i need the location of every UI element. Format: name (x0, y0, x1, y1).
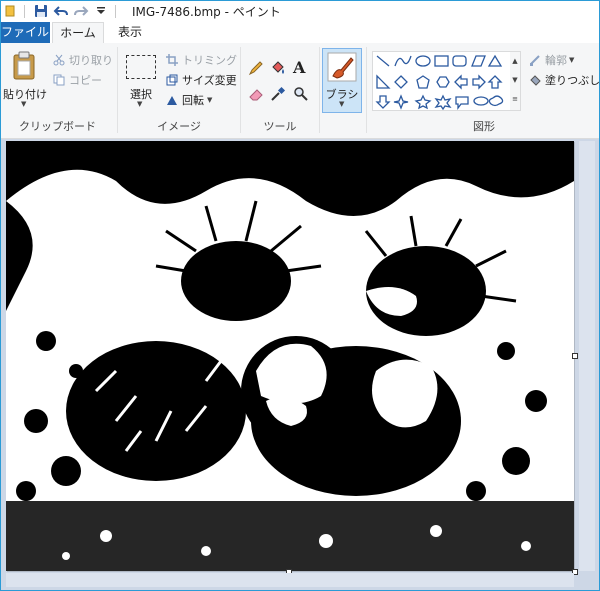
brush-button[interactable]: ブラシ ▼ (322, 48, 362, 113)
tools-group-label: ツール (263, 120, 297, 133)
save-icon[interactable] (33, 3, 49, 19)
qa-divider (24, 4, 25, 18)
crop-label: トリミング (182, 54, 237, 67)
shapes-scroll[interactable]: ▲ ▼ ≡ (510, 51, 521, 111)
color-picker-icon[interactable] (270, 86, 286, 105)
select-dropdown-icon: ▼ (137, 100, 143, 108)
shapes-gallery[interactable] (372, 51, 512, 111)
rotate-button[interactable]: 回転 ▼ (165, 92, 212, 108)
magnifier-icon[interactable] (293, 86, 309, 105)
resize-button[interactable]: サイズ変更 (165, 72, 237, 88)
brush-dropdown-icon: ▼ (339, 100, 345, 108)
outline-label: 輪郭 (545, 54, 567, 67)
title-divider (115, 4, 116, 18)
eraser-icon[interactable] (248, 86, 264, 105)
outline-dropdown-icon: ▼ (569, 56, 575, 64)
crop-button[interactable]: トリミング (165, 52, 237, 68)
cut-icon (52, 53, 66, 67)
canvas-workspace (0, 139, 600, 591)
group-divider (366, 47, 367, 133)
ribbon: 貼り付け ▼ 切り取り コピー クリップボード 選択 ▼ トリミング サイズ変更 (0, 43, 600, 139)
cut-button[interactable]: 切り取り (52, 52, 113, 68)
undo-icon[interactable] (53, 3, 69, 19)
crop-icon (165, 53, 179, 67)
bw-photo-illustration (6, 141, 574, 571)
outline-icon (528, 53, 542, 67)
copy-label: コピー (69, 74, 102, 87)
tab-file[interactable]: ファイル (0, 22, 50, 43)
copy-button[interactable]: コピー (52, 72, 102, 88)
fill-button[interactable]: 塗りつぶし (528, 72, 600, 88)
fill-bucket-icon[interactable] (270, 60, 286, 79)
text-icon[interactable]: A (293, 58, 305, 77)
shape-icons (375, 54, 504, 111)
tools-group: A ツール (242, 43, 318, 138)
select-icon (126, 55, 156, 79)
clipboard-group-label: クリップボード (19, 120, 96, 133)
group-divider (319, 47, 320, 133)
outline-button[interactable]: 輪郭 ▼ (528, 52, 574, 68)
paste-icon (12, 51, 38, 84)
brush-icon (327, 52, 357, 85)
title-bar: IMG-7486.bmp - ペイント (0, 0, 600, 22)
shapes-group: ▲ ▼ ≡ 輪郭 ▼ 塗りつぶし 図形 (368, 43, 600, 138)
resize-handle-right[interactable] (572, 353, 578, 359)
redo-icon[interactable] (73, 3, 89, 19)
group-divider (240, 47, 241, 133)
clipboard-group: 貼り付け ▼ 切り取り コピー クリップボード (0, 43, 115, 138)
fill-icon (528, 73, 542, 87)
rotate-label: 回転 (182, 94, 204, 107)
app-menu-icon[interactable] (2, 3, 18, 19)
select-button[interactable]: 選択 ▼ (123, 51, 159, 113)
rotate-dropdown-icon: ▼ (207, 96, 213, 104)
window-title: IMG-7486.bmp - ペイント (132, 4, 281, 19)
copy-icon (52, 73, 66, 87)
image-group-label: イメージ (157, 120, 201, 133)
ribbon-tab-bar: ファイル ホーム 表示 (0, 22, 600, 44)
image-group: 選択 ▼ トリミング サイズ変更 回転 ▼ イメージ (119, 43, 239, 138)
paste-dropdown-icon: ▼ (21, 100, 27, 108)
customize-icon[interactable] (93, 3, 109, 19)
cut-label: 切り取り (69, 54, 113, 67)
pencil-icon[interactable] (248, 60, 264, 79)
group-divider (117, 47, 118, 133)
resize-icon (165, 73, 179, 87)
rotate-icon (165, 93, 179, 107)
tab-view[interactable]: 表示 (110, 22, 150, 43)
image-canvas[interactable] (6, 141, 574, 571)
tab-home[interactable]: ホーム (52, 22, 104, 44)
fill-label: 塗りつぶし (545, 74, 600, 87)
quick-access-toolbar (0, 0, 122, 22)
paste-button[interactable]: 貼り付け ▼ (3, 49, 47, 111)
shapes-group-label: 図形 (473, 120, 495, 133)
horizontal-scrollbar[interactable] (6, 573, 574, 587)
vertical-scrollbar[interactable] (579, 141, 595, 571)
resize-label: サイズ変更 (182, 74, 237, 87)
